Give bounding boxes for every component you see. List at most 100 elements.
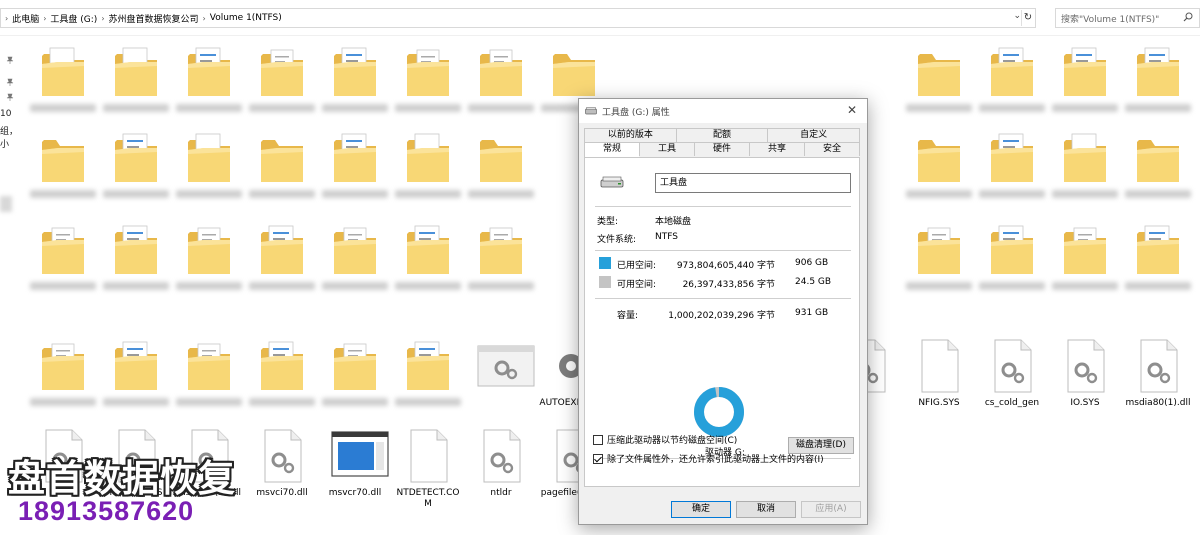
folder-item[interactable] [174, 128, 244, 208]
tab-general[interactable]: 常规 [584, 142, 639, 157]
folder-item[interactable] [1050, 42, 1120, 122]
folder-item[interactable] [1123, 220, 1193, 300]
folder-item[interactable] [466, 42, 536, 122]
capacity-label: 容量: [617, 311, 639, 321]
folder-icon [111, 220, 161, 280]
file-item[interactable]: msvci70.dll [247, 426, 317, 506]
tab-tools[interactable]: 工具 [639, 142, 694, 156]
folder-item[interactable] [977, 220, 1047, 300]
address-bar[interactable]: › 此电脑 › 工具盘 (G:) › 苏州盘首数据恢复公司 › Volume 1… [0, 8, 1036, 28]
folder-item[interactable] [1050, 220, 1120, 300]
folder-icon [38, 42, 88, 102]
folder-item[interactable] [247, 220, 317, 300]
folder-item[interactable] [28, 336, 98, 416]
folder-item[interactable] [1123, 128, 1193, 208]
folder-item[interactable] [904, 128, 974, 208]
folder-item[interactable] [28, 42, 98, 122]
refresh-icon[interactable]: ↻ [1021, 10, 1034, 26]
folder-item[interactable] [247, 128, 317, 208]
pin-icon[interactable] [6, 93, 14, 101]
folder-icon [184, 42, 234, 102]
file-item[interactable]: msdia80(1).dll [1123, 336, 1193, 416]
folder-item[interactable] [904, 220, 974, 300]
index-checkbox[interactable] [593, 453, 603, 464]
folder-item[interactable] [174, 336, 244, 416]
compress-checkbox-row[interactable]: 压缩此驱动器以节约磁盘空间(C) [593, 433, 737, 446]
folder-item[interactable] [174, 42, 244, 122]
folder-item[interactable] [320, 336, 390, 416]
chevron-right-icon: › [5, 13, 9, 23]
tab-previous-versions[interactable]: 以前的版本 [584, 128, 676, 142]
folder-icon [184, 128, 234, 188]
watermark-title: 盘首数据恢复 [8, 457, 236, 500]
folder-item[interactable] [466, 220, 536, 300]
breadcrumb-drive[interactable]: 工具盘 (G:) [50, 12, 97, 25]
pin-icon[interactable] [6, 56, 14, 64]
divider [595, 298, 851, 299]
folder-icon [1133, 220, 1183, 280]
used-space-label: 已用空间: [617, 261, 657, 271]
folder-item[interactable] [320, 42, 390, 122]
file-item[interactable]: msvcr70.dll [320, 426, 390, 506]
breadcrumb-folder[interactable]: 苏州盘首数据恢复公司 [109, 12, 199, 25]
tab-security[interactable]: 安全 [804, 142, 860, 156]
folder-icon [403, 336, 453, 396]
file-item[interactable]: NFIG.SYS [904, 336, 974, 416]
folder-item[interactable] [320, 128, 390, 208]
folder-icon [403, 42, 453, 102]
folder-item[interactable] [28, 128, 98, 208]
drive-name-input[interactable]: 工具盘 [655, 173, 851, 193]
blurred-file-name [103, 398, 169, 406]
folder-item[interactable] [101, 336, 171, 416]
system-file-icon [257, 426, 307, 486]
tab-sharing[interactable]: 共享 [749, 142, 804, 156]
compress-checkbox[interactable] [593, 434, 603, 445]
folder-item[interactable] [977, 42, 1047, 122]
tab-quota[interactable]: 配额 [675, 128, 768, 142]
folder-item[interactable] [393, 42, 463, 122]
folder-item[interactable] [393, 336, 463, 416]
folder-item[interactable] [977, 128, 1047, 208]
folder-item[interactable] [101, 220, 171, 300]
folder-item[interactable] [101, 128, 171, 208]
index-checkbox-row[interactable]: 除了文件属性外，还允许索引此驱动器上文件的内容(I) [593, 452, 824, 465]
tab-hardware[interactable]: 硬件 [694, 142, 749, 156]
chevron-down-icon[interactable]: ⌄ [1013, 11, 1021, 21]
folder-item[interactable] [320, 220, 390, 300]
blurred-file-name [906, 104, 972, 112]
blurred-file-name [322, 190, 388, 198]
folder-item[interactable] [1123, 42, 1193, 122]
dialog-title-bar[interactable]: 工具盘 (G:) 属性 ✕ [579, 99, 867, 123]
folder-item[interactable] [174, 220, 244, 300]
folder-icon [403, 128, 453, 188]
folder-item[interactable] [466, 128, 536, 208]
ok-button[interactable]: 确定 [671, 501, 731, 518]
folder-icon [330, 42, 380, 102]
folder-item[interactable] [247, 42, 317, 122]
folder-item[interactable] [101, 42, 171, 122]
breadcrumb-this-pc[interactable]: 此电脑 [12, 12, 39, 25]
type-value: 本地磁盘 [655, 217, 692, 227]
apply-button[interactable]: 应用(A) [801, 501, 861, 518]
file-item[interactable] [466, 336, 536, 416]
folder-item[interactable] [28, 220, 98, 300]
breadcrumb-volume[interactable]: Volume 1(NTFS) [210, 13, 282, 23]
blurred-file-name [176, 104, 242, 112]
close-icon[interactable]: ✕ [847, 103, 857, 117]
file-item[interactable]: ntldr [466, 426, 536, 506]
pin-icon[interactable] [6, 78, 14, 86]
fs-label: 文件系统: [597, 235, 637, 245]
folder-item[interactable] [393, 128, 463, 208]
blurred-file-name [30, 398, 96, 406]
folder-item[interactable] [247, 336, 317, 416]
folder-item[interactable] [904, 42, 974, 122]
file-item[interactable]: cs_cold_gen [977, 336, 1047, 416]
search-input[interactable]: 搜索"Volume 1(NTFS)" [1055, 8, 1200, 28]
cancel-button[interactable]: 取消 [736, 501, 796, 518]
file-item[interactable]: IO.SYS [1050, 336, 1120, 416]
file-item[interactable]: NTDETECT.CO M [393, 426, 463, 509]
folder-icon [38, 336, 88, 396]
folder-item[interactable] [1050, 128, 1120, 208]
folder-item[interactable] [393, 220, 463, 300]
tab-customize[interactable]: 自定义 [767, 128, 861, 142]
